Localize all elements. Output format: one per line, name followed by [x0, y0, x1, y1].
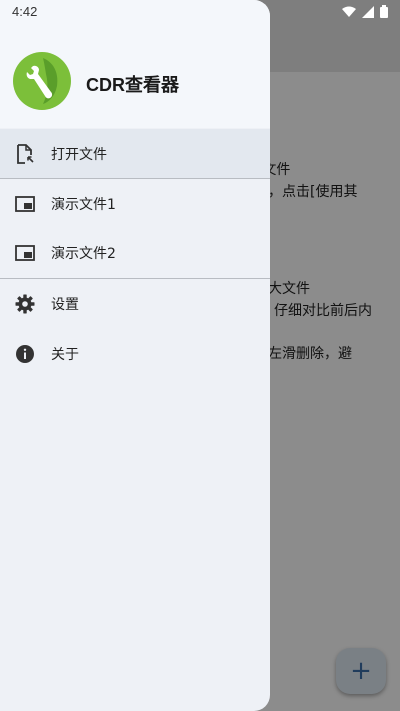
menu-item-label: 演示文件1: [51, 197, 116, 213]
menu-item-about[interactable]: 关于: [0, 329, 270, 379]
picture-in-picture-icon: [15, 243, 35, 263]
menu-item-label: 设置: [51, 297, 79, 313]
menu-item-label: 打开文件: [51, 147, 107, 163]
menu-item-demo-file-2[interactable]: 演示文件2: [0, 228, 270, 278]
battery-icon: [380, 5, 388, 18]
app-logo: [13, 52, 71, 110]
info-icon: [15, 344, 35, 364]
menu-item-demo-file-1[interactable]: 演示文件1: [0, 179, 270, 229]
file-open-icon: [15, 144, 35, 164]
menu-item-label: 关于: [51, 347, 79, 363]
navigation-drawer: 4:42 CDR查看器 打开文件 演示文件1 演示文件2 设置 关于: [0, 0, 270, 711]
app-title: CDR查看器: [86, 75, 179, 95]
menu-item-settings[interactable]: 设置: [0, 279, 270, 329]
gear-icon: [15, 294, 35, 314]
status-time: 4:42: [12, 4, 38, 19]
signal-icon: [362, 5, 374, 18]
wifi-icon: [342, 6, 356, 17]
menu-item-label: 演示文件2: [51, 246, 116, 262]
picture-in-picture-icon: [15, 194, 35, 214]
status-icons: [342, 5, 388, 18]
menu-item-open-file[interactable]: 打开文件: [0, 129, 270, 179]
